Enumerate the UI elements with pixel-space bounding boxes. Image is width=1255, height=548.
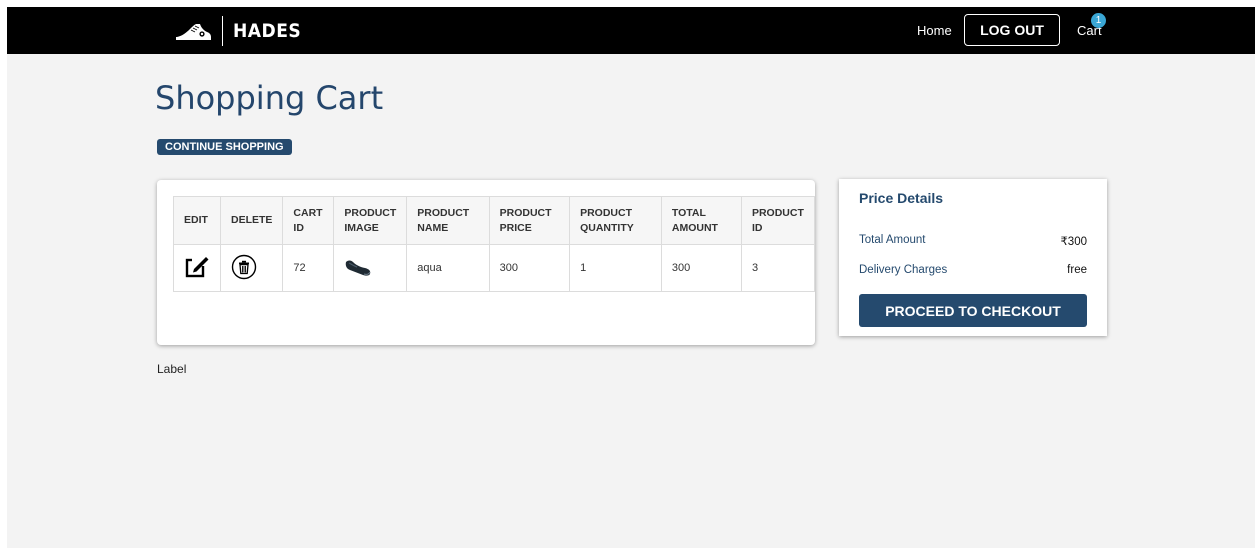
- header-cart-id: CART ID: [282, 196, 335, 245]
- proceed-to-checkout-button[interactable]: PROCEED TO CHECKOUT: [859, 294, 1087, 327]
- cell-product-image: [333, 244, 408, 292]
- header-product-id: PRODUCT ID: [740, 196, 816, 245]
- brand-name: HADES: [233, 20, 302, 42]
- delivery-charges-row: Delivery Charges free: [859, 264, 1087, 276]
- cart-panel: EDIT DELETE CART ID PRODUCT IMAGE PRODUC…: [157, 180, 816, 345]
- header-total-amount: TOTAL AMOUNT: [660, 196, 742, 245]
- continue-shopping-button[interactable]: CONTINUE SHOPPING: [157, 139, 292, 155]
- sneaker-icon: [176, 24, 211, 40]
- header-product-quantity: PRODUCT QUANTITY: [569, 196, 662, 245]
- shoe-icon: [346, 260, 371, 276]
- cell-product-quantity: 1: [569, 244, 662, 292]
- nav-home-link[interactable]: Home: [917, 23, 952, 38]
- table-header-row: EDIT DELETE CART ID PRODUCT IMAGE PRODUC…: [173, 196, 816, 245]
- header-edit: EDIT: [173, 196, 221, 245]
- brand-divider: [222, 16, 223, 46]
- cell-delete: [219, 244, 284, 292]
- cell-product-price: 300: [488, 244, 571, 292]
- brand[interactable]: HADES: [174, 16, 301, 46]
- header-product-image: PRODUCT IMAGE: [333, 196, 408, 245]
- total-amount-label: Total Amount: [859, 234, 926, 246]
- total-amount-value: ₹300: [1060, 236, 1087, 248]
- top-navbar: HADES Home LOG OUT Cart 1: [7, 7, 1255, 54]
- logout-button[interactable]: LOG OUT: [964, 14, 1060, 46]
- cell-edit: [173, 244, 221, 292]
- cart-count-badge: 1: [1091, 13, 1106, 28]
- header-product-name: PRODUCT NAME: [406, 196, 490, 245]
- delivery-charges-label: Delivery Charges: [859, 264, 948, 276]
- price-details-title: Price Details: [859, 190, 944, 206]
- cart-table: EDIT DELETE CART ID PRODUCT IMAGE PRODUC…: [173, 196, 816, 292]
- header-delete: DELETE: [219, 196, 284, 245]
- edit-icon[interactable]: [184, 254, 210, 280]
- cell-product-name: aqua: [406, 244, 490, 292]
- table-row: 72 aqua 300 1 300 3: [173, 244, 816, 292]
- cell-cart-id: 72: [282, 244, 335, 292]
- total-amount-row: Total Amount ₹300: [859, 234, 1087, 248]
- page-title: Shopping Cart: [155, 79, 384, 117]
- trash-icon[interactable]: [231, 254, 257, 280]
- price-details-panel: Price Details Total Amount ₹300 Delivery…: [839, 179, 1107, 336]
- footer-label: Label: [157, 362, 187, 376]
- page-background: HADES Home LOG OUT Cart 1 Shopping Cart …: [7, 7, 1255, 548]
- cell-total-amount: 300: [660, 244, 742, 292]
- delivery-charges-value: free: [1067, 264, 1087, 276]
- header-product-price: PRODUCT PRICE: [488, 196, 571, 245]
- cell-product-id: 3: [740, 244, 816, 292]
